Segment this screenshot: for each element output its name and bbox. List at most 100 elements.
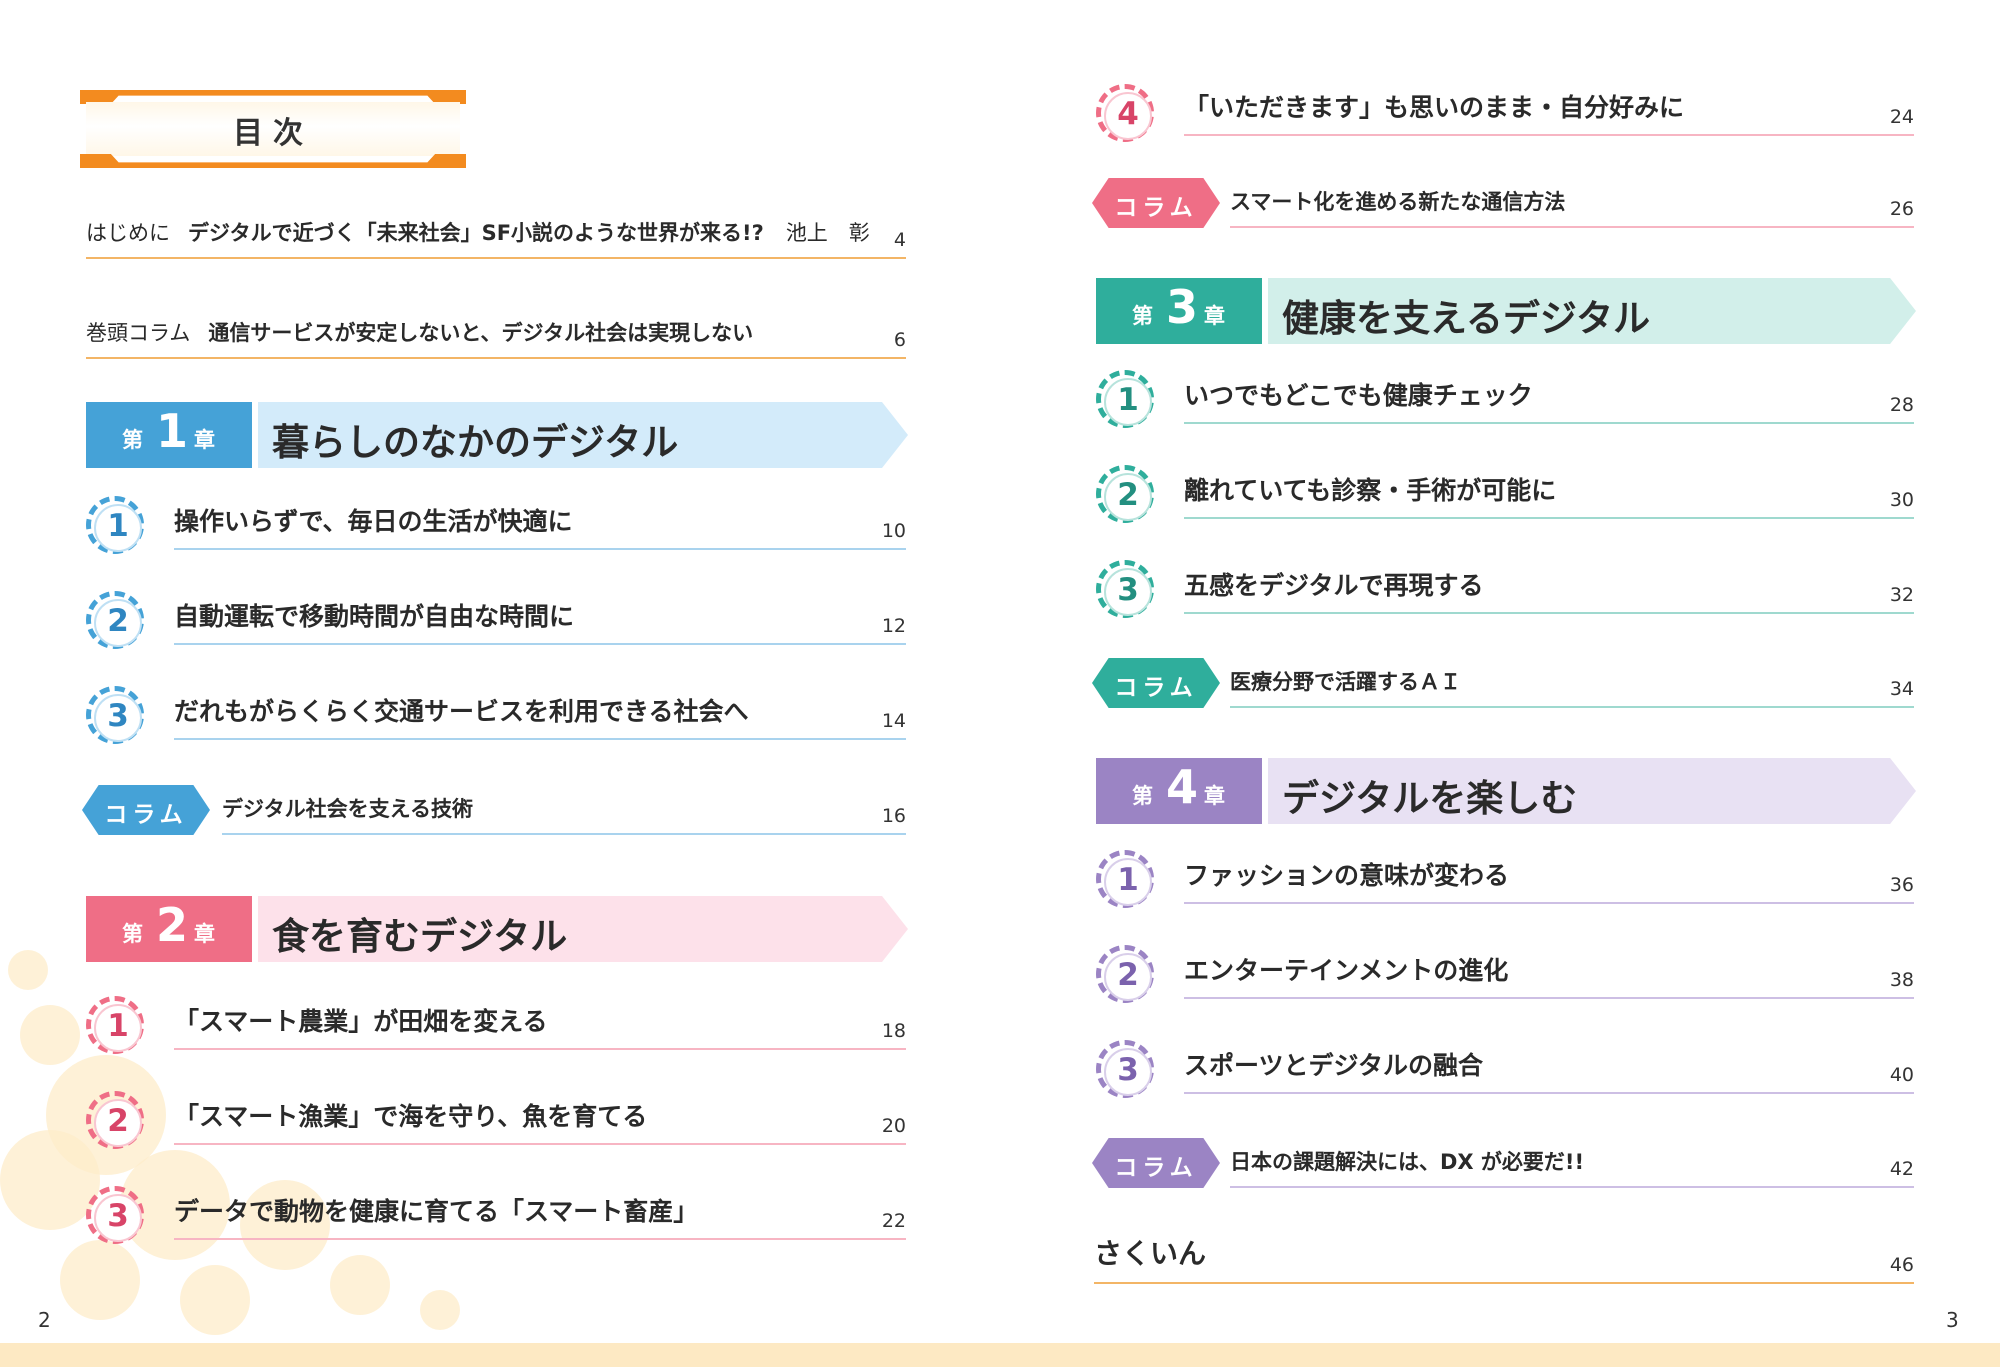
intro-title: デジタルで近づく「未来社会」SF小説のような世界が来る!? xyxy=(188,221,764,245)
item-number: 4 xyxy=(1117,96,1139,132)
page-ref: 40 xyxy=(1889,1064,1914,1086)
page-ref: 32 xyxy=(1889,584,1914,606)
chapter-1-badge: 第 1 章 xyxy=(86,402,252,468)
toc-index-row[interactable]: さくいん 46 xyxy=(1094,1237,1914,1284)
toc-item-row[interactable]: 離れていても診察・手術が可能に 30 xyxy=(1184,475,1914,519)
column-tag: コラム xyxy=(1092,178,1220,228)
item-number-circle: 3 xyxy=(1092,556,1164,628)
chapter-2-header[interactable]: 第 2 章 食を育むデジタル xyxy=(86,896,908,962)
page-ref: 20 xyxy=(881,1115,906,1137)
page-ref: 26 xyxy=(1889,198,1914,220)
page-ref: 12 xyxy=(881,615,906,637)
page-ref: 28 xyxy=(1889,394,1914,416)
toc-item-row[interactable]: スポーツとデジタルの融合 40 xyxy=(1184,1050,1914,1094)
item-title: データで動物を健康に育てる「スマート畜産」 xyxy=(174,1197,699,1226)
row-underline xyxy=(1184,134,1914,136)
toc-item-row[interactable]: だれもがらくらく交通サービスを利用できる社会へ 14 xyxy=(174,696,906,740)
item-title: だれもがらくらく交通サービスを利用できる社会へ xyxy=(174,697,749,726)
toc-item-row[interactable]: 「スマート農業」が田畑を変える 18 xyxy=(174,1006,906,1050)
chapter-4-header[interactable]: 第 4 章 デジタルを楽しむ xyxy=(1096,758,1916,824)
item-title: 離れていても診察・手術が可能に xyxy=(1184,476,1557,505)
toc-opening-column-row[interactable]: 巻頭コラム 通信サービスが安定しないと、デジタル社会は実現しない 6 xyxy=(86,315,906,359)
row-underline xyxy=(1230,706,1914,708)
row-underline xyxy=(174,1238,906,1240)
chapter-suffix: 章 xyxy=(1204,784,1225,808)
decorative-bubble xyxy=(20,1005,80,1065)
toc-column-row[interactable]: スマート化を進める新たな通信方法 26 xyxy=(1230,184,1914,228)
chapter-number: 1 xyxy=(156,404,189,458)
chapter-label: 第 xyxy=(122,922,143,946)
row-underline xyxy=(1184,902,1914,904)
item-number-circle: 2 xyxy=(82,587,154,659)
chapter-number: 4 xyxy=(1166,760,1199,814)
item-number-circle: 4 xyxy=(1092,80,1164,152)
item-number-circle: 1 xyxy=(1092,366,1164,438)
item-number-circle: 1 xyxy=(82,992,154,1064)
opening-column-title: 通信サービスが安定しないと、デジタル社会は実現しない xyxy=(208,321,754,345)
toc-column-row[interactable]: 日本の課題解決には、DX が必要だ!! 42 xyxy=(1230,1144,1914,1188)
chapter-3-header[interactable]: 第 3 章 健康を支えるデジタル xyxy=(1096,278,1916,344)
row-underline xyxy=(1184,422,1914,424)
page-ref: 18 xyxy=(881,1020,906,1042)
row-underline xyxy=(86,357,906,359)
item-title: 操作いらずで、毎日の生活が快適に xyxy=(174,507,573,536)
toc-column-row[interactable]: 医療分野で活躍するＡＩ 34 xyxy=(1230,664,1914,708)
item-number: 1 xyxy=(107,508,129,544)
item-title: 自動運転で移動時間が自由な時間に xyxy=(174,602,575,631)
chapter-label: 第 xyxy=(122,428,143,452)
page-ref: 4 xyxy=(893,229,906,251)
decorative-bubble xyxy=(180,1265,250,1335)
column-tag: コラム xyxy=(1092,658,1220,708)
item-title: いつでもどこでも健康チェック xyxy=(1184,381,1533,410)
column-tag: コラム xyxy=(82,785,210,835)
chapter-3-badge: 第 3 章 xyxy=(1096,278,1262,344)
item-number-circle: 1 xyxy=(1092,846,1164,918)
item-title: スポーツとデジタルの融合 xyxy=(1184,1051,1484,1080)
page-ref: 16 xyxy=(881,805,906,827)
toc-item-row[interactable]: 自動運転で移動時間が自由な時間に 12 xyxy=(174,601,906,645)
toc-item-row[interactable]: 「いただきます」も思いのまま・自分好みに 24 xyxy=(1184,92,1914,136)
item-number-circle: 2 xyxy=(1092,941,1164,1013)
item-number-circle: 2 xyxy=(1092,461,1164,533)
toc-item-row[interactable]: ファッションの意味が変わる 36 xyxy=(1184,860,1914,904)
item-number-circle: 3 xyxy=(1092,1036,1164,1108)
page-ref: 30 xyxy=(1889,489,1914,511)
toc-item-row[interactable]: いつでもどこでも健康チェック 28 xyxy=(1184,380,1914,424)
chapter-label: 第 xyxy=(1132,304,1153,328)
row-underline xyxy=(222,833,906,835)
opening-column-text: 巻頭コラム 通信サービスが安定しないと、デジタル社会は実現しない xyxy=(86,317,753,347)
chapter-2-badge: 第 2 章 xyxy=(86,896,252,962)
column-tag-label: コラム xyxy=(1114,195,1198,221)
row-underline xyxy=(1184,997,1914,999)
item-number: 3 xyxy=(1117,572,1139,608)
toc-item-row[interactable]: 「スマート漁業」で海を守り、魚を育てる 20 xyxy=(174,1101,906,1145)
item-title: 五感をデジタルで再現する xyxy=(1184,571,1484,600)
column-tag: コラム xyxy=(1092,1138,1220,1188)
page-number-left: 2 xyxy=(38,1308,51,1332)
toc-item-row[interactable]: 操作いらずで、毎日の生活が快適に 10 xyxy=(174,506,906,550)
row-underline xyxy=(1184,517,1914,519)
item-number-circle: 3 xyxy=(82,682,154,754)
toc-intro-row[interactable]: はじめに デジタルで近づく「未来社会」SF小説のような世界が来る!? 池上 彰 4 xyxy=(86,215,906,259)
column-title: 医療分野で活躍するＡＩ xyxy=(1230,670,1461,694)
toc-title: 目次 xyxy=(233,116,313,151)
bottom-band xyxy=(0,1343,2000,1367)
row-underline xyxy=(174,738,906,740)
chapter-1-header[interactable]: 第 1 章 暮らしのなかのデジタル xyxy=(86,402,908,468)
decorative-bubble xyxy=(420,1290,460,1330)
row-underline xyxy=(1094,1282,1914,1284)
item-title: 「スマート漁業」で海を守り、魚を育てる xyxy=(174,1102,648,1131)
row-underline xyxy=(1184,1092,1914,1094)
intro-text: はじめに デジタルで近づく「未来社会」SF小説のような世界が来る!? 池上 彰 xyxy=(86,217,870,247)
toc-item-row[interactable]: データで動物を健康に育てる「スマート畜産」 22 xyxy=(174,1196,906,1240)
toc-item-row[interactable]: 五感をデジタルで再現する 32 xyxy=(1184,570,1914,614)
chapter-label: 第 xyxy=(1132,784,1153,808)
toc-item-row[interactable]: エンターテインメントの進化 38 xyxy=(1184,955,1914,999)
toc-column-row[interactable]: デジタル社会を支える技術 16 xyxy=(222,791,906,835)
item-title: 「いただきます」も思いのまま・自分好みに xyxy=(1184,93,1685,122)
item-number-circle: 2 xyxy=(82,1087,154,1159)
chapter-4-badge: 第 4 章 xyxy=(1096,758,1262,824)
column-title: デジタル社会を支える技術 xyxy=(222,797,473,821)
page-ref: 36 xyxy=(1889,874,1914,896)
chapter-4-title: デジタルを楽しむ xyxy=(1282,777,1578,820)
